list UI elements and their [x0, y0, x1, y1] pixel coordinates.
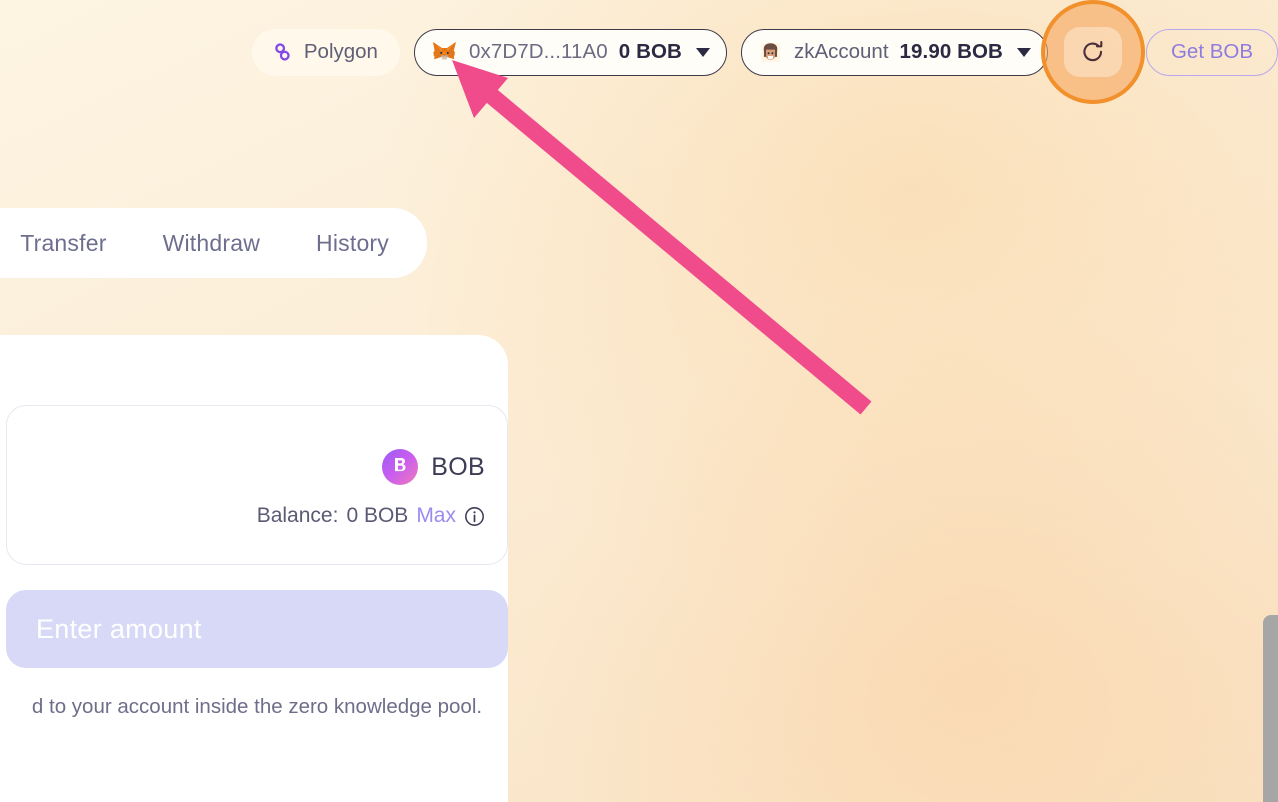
zkaccount-selector[interactable]: zkAccount 19.90 BOB	[740, 28, 1048, 76]
tab-bar: Transfer Withdraw History	[0, 208, 427, 278]
bob-token-icon	[382, 449, 419, 485]
max-button[interactable]: Max	[416, 504, 456, 528]
wallet-balance: 0 BOB	[618, 40, 682, 63]
enter-amount-button[interactable]: Enter amount	[6, 590, 508, 668]
get-bob-button[interactable]: Get BOB	[1145, 28, 1278, 76]
tab-history[interactable]: History	[288, 230, 417, 257]
avatar-emoji-icon	[758, 40, 783, 65]
polygon-icon	[270, 41, 295, 63]
wallet-address: 0x7D7D...11A0	[468, 40, 608, 63]
refresh-button[interactable]	[1063, 27, 1122, 77]
token-symbol: BOB	[431, 452, 485, 481]
deposit-card: BOB Balance: 0 BOB Max Enter amount d to…	[0, 335, 508, 802]
scrollbar-track[interactable]	[1262, 0, 1278, 802]
balance-row: Balance: 0 BOB Max	[257, 504, 485, 528]
balance-prefix: Balance:	[256, 504, 339, 527]
network-selector[interactable]: Polygon	[251, 28, 400, 76]
chevron-down-icon[interactable]	[1016, 47, 1031, 57]
refresh-icon	[1080, 39, 1106, 65]
token-selector[interactable]: BOB	[382, 449, 485, 485]
zkaccount-balance: 19.90 BOB	[899, 40, 1003, 63]
balance-value: 0 BOB	[346, 504, 409, 527]
info-icon[interactable]	[464, 506, 485, 527]
wallet-selector[interactable]: 0x7D7D...11A0 0 BOB	[413, 28, 727, 76]
metamask-fox-icon	[431, 40, 458, 65]
tab-withdraw[interactable]: Withdraw	[135, 230, 288, 257]
refresh-button-wrapper	[1040, 0, 1145, 104]
top-bar: Polygon 0x7D7D...11A0 0 BOB zkAccount 19…	[0, 0, 1278, 104]
amount-input-box[interactable]: BOB Balance: 0 BOB Max	[6, 405, 508, 565]
scrollbar-thumb[interactable]	[1263, 615, 1278, 802]
helper-text: d to your account inside the zero knowle…	[31, 695, 483, 718]
network-label: Polygon	[303, 40, 378, 63]
zkaccount-label: zkAccount	[793, 40, 889, 63]
background-wash-bottom	[520, 300, 1278, 802]
chevron-down-icon[interactable]	[695, 47, 710, 57]
tab-transfer[interactable]: Transfer	[0, 230, 135, 257]
